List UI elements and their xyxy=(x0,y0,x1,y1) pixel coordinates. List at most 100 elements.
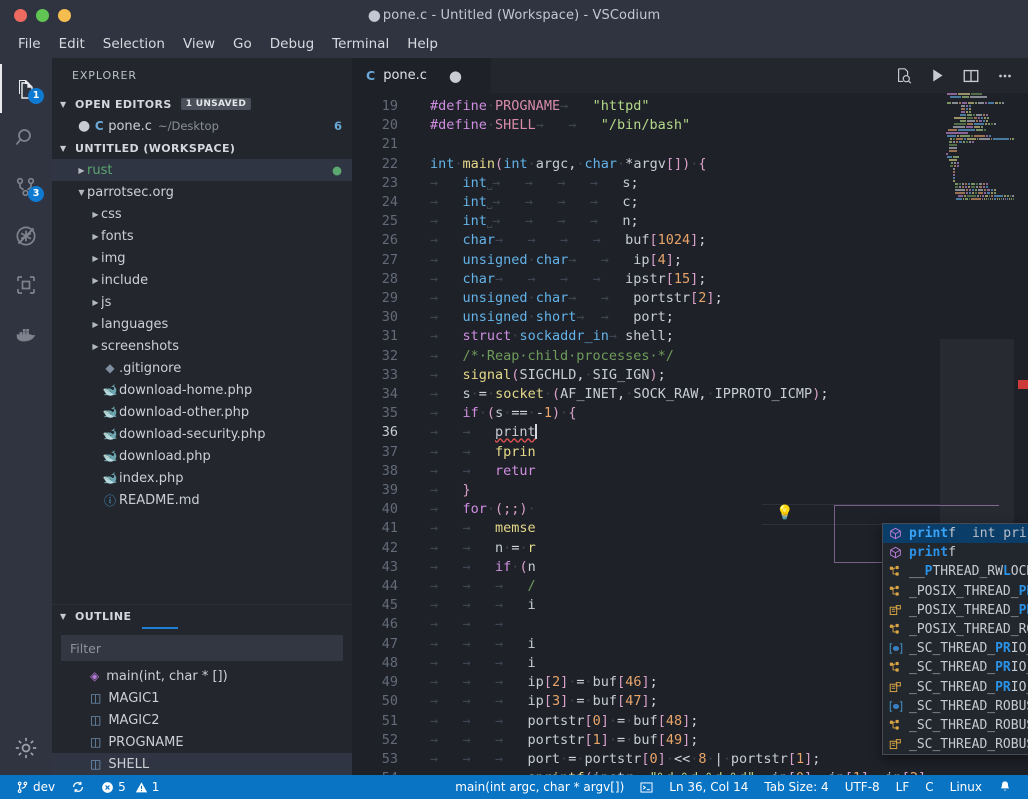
menu-terminal[interactable]: Terminal xyxy=(323,33,398,55)
open-editor-item[interactable]: ● C pone.c ~/Desktop 6 xyxy=(52,115,352,137)
run-button[interactable] xyxy=(929,67,946,84)
line-number: 50 xyxy=(381,693,398,710)
outline-item[interactable]: ◈ main(int, char * []) xyxy=(52,665,352,687)
suggestion-item[interactable]: _POSIX_THREAD_PRIO_INHERIT xyxy=(883,601,1028,620)
chevron-right-icon[interactable]: ▶ xyxy=(90,298,101,307)
tree-item-css[interactable]: ▶ css xyxy=(52,203,352,225)
tree-item-label: screenshots xyxy=(101,338,180,354)
tree-item-rust[interactable]: ▶ rust ● xyxy=(52,159,352,181)
status-bar: dev 5 1 main(int argc, char * argv[]) Ln… xyxy=(0,775,1028,799)
chevron-down-icon[interactable]: ▼ xyxy=(76,188,87,197)
tree-item-.gitignore[interactable]: ◆ .gitignore xyxy=(52,357,352,379)
outline-item[interactable]: ◫ MAGIC2 xyxy=(52,709,352,731)
code-editor[interactable]: 💡 19 #define·PROGNAME→ "httpd" 20 #define·… xyxy=(352,93,1028,775)
suggestion-item[interactable]: _POSIX_THREAD_ROBUST_PRIO_INHERIT xyxy=(883,620,1028,639)
minimap-line xyxy=(940,117,1014,119)
split-editor-button[interactable] xyxy=(962,67,980,85)
status-notifications[interactable] xyxy=(990,775,1020,799)
status-language-mode[interactable]: C xyxy=(917,775,941,799)
close-window-button[interactable] xyxy=(14,8,27,22)
outline-filter-input[interactable]: Filter xyxy=(61,635,343,661)
bell-icon xyxy=(1000,781,1010,791)
chevron-right-icon[interactable]: ▶ xyxy=(90,320,101,329)
menu-debug[interactable]: Debug xyxy=(261,33,323,55)
tree-item-label: img xyxy=(101,250,126,266)
section-outline[interactable]: ▼ OUTLINE xyxy=(52,605,352,627)
line-number: 38 xyxy=(381,462,398,479)
suggestion-item[interactable]: _SC_THREAD_ROBUST_PRIO_INHERIT xyxy=(883,697,1028,716)
activity-item-explorer[interactable]: 1 xyxy=(0,64,52,113)
symbol-function-icon: ◈ xyxy=(90,669,100,683)
menu-edit[interactable]: Edit xyxy=(50,33,94,55)
tree-item-label: js xyxy=(101,294,112,310)
tree-item-index.php[interactable]: 🐋 index.php xyxy=(52,467,352,489)
status-terminal[interactable] xyxy=(632,775,661,799)
outline-item[interactable]: ◫ PROGNAME xyxy=(52,731,352,753)
suggestion-item[interactable]: __PTHREAD_RWLOCK_INT_FLAGS_SHARED xyxy=(883,562,1028,581)
tree-item-download-home.php[interactable]: 🐋 download-home.php xyxy=(52,379,352,401)
activity-item-debug[interactable] xyxy=(0,211,52,260)
tree-item-fonts[interactable]: ▶ fonts xyxy=(52,225,352,247)
tree-item-js[interactable]: ▶ js xyxy=(52,291,352,313)
section-workspace[interactable]: ▼ UNTITLED (WORKSPACE) xyxy=(52,137,352,159)
status-bar-right: main(int argc, char * argv[]) Ln 36, Col… xyxy=(447,775,1028,799)
tree-item-download-other.php[interactable]: 🐋 download-other.php xyxy=(52,401,352,423)
maximize-window-button[interactable] xyxy=(36,8,49,22)
chevron-right-icon[interactable]: ▶ xyxy=(90,232,101,241)
suggestion-item[interactable]: printf int printf(const char *__restrict_… xyxy=(883,524,1028,544)
tab-pone-c[interactable]: C pone.c ● xyxy=(352,58,492,93)
suggestion-item[interactable]: _SC_THREAD_PRIO_INHERIT xyxy=(883,678,1028,697)
suggestion-item[interactable]: _SC_THREAD_PRIO_INHERIT xyxy=(883,639,1028,658)
outline-item[interactable]: ◫ MAGIC1 xyxy=(52,687,352,709)
suggestion-popup[interactable]: printf int printf(const char *__restrict_… xyxy=(882,523,1028,756)
chevron-right-icon[interactable]: ▶ xyxy=(90,210,101,219)
menu-go[interactable]: Go xyxy=(224,33,261,55)
status-warning-count: 1 xyxy=(151,780,160,794)
status-problems[interactable]: 5 1 xyxy=(93,775,167,799)
minimap-line xyxy=(940,198,1014,200)
activity-item-extensions[interactable] xyxy=(0,260,52,309)
status-breadcrumb[interactable]: main(int argc, char * argv[]) xyxy=(447,775,632,799)
tree-item-README.md[interactable]: ⓘ README.md xyxy=(52,489,352,511)
find-in-file-button[interactable] xyxy=(895,67,913,85)
tree-item-download.php[interactable]: 🐋 download.php xyxy=(52,445,352,467)
suggestion-item[interactable]: _SC_THREAD_ROBUST_PRIO_INHERIT xyxy=(883,716,1028,735)
status-eol[interactable]: LF xyxy=(888,775,918,799)
tree-item-download-security.php[interactable]: 🐋 download-security.php xyxy=(52,423,352,445)
section-open-editors[interactable]: ▼ OPEN EDITORS 1 UNSAVED xyxy=(52,93,352,115)
status-sync[interactable] xyxy=(63,775,93,799)
tree-item-screenshots[interactable]: ▶ screenshots xyxy=(52,335,352,357)
menu-selection[interactable]: Selection xyxy=(94,33,174,55)
status-cursor-position[interactable]: Ln 36, Col 14 xyxy=(661,775,756,799)
suggestion-item[interactable]: _POSIX_THREAD_PRIO_INHERIT xyxy=(883,582,1028,601)
suggestion-item[interactable]: printf xyxy=(883,543,1028,562)
menu-file[interactable]: File xyxy=(9,33,50,55)
menu-help[interactable]: Help xyxy=(398,33,447,55)
status-tab-size[interactable]: Tab Size: 4 xyxy=(756,775,836,799)
suggestion-item[interactable]: _SC_THREAD_PRIO_INHERIT xyxy=(883,658,1028,677)
chevron-right-icon[interactable]: ▶ xyxy=(76,166,87,175)
tree-item-include[interactable]: ▶ include xyxy=(52,269,352,291)
more-actions-button[interactable] xyxy=(996,67,1014,85)
status-branch[interactable]: dev xyxy=(8,775,63,799)
activity-item-docker[interactable] xyxy=(0,309,52,358)
activity-item-source-control[interactable]: 3 xyxy=(0,162,52,211)
vscodium-window: ● pone.c - Untitled (Workspace) - VSCodiu… xyxy=(0,0,1028,799)
suggestion-item[interactable]: _SC_THREAD_ROBUST_PRIO_INHERIT xyxy=(883,735,1028,754)
tree-item-languages[interactable]: ▶ languages xyxy=(52,313,352,335)
outline-item[interactable]: ◫ SHELL xyxy=(52,753,352,775)
status-encoding[interactable]: UTF-8 xyxy=(837,775,888,799)
tree-item-parrotsec.org[interactable]: ▼ parrotsec.org xyxy=(52,181,352,203)
menu-view[interactable]: View xyxy=(174,33,224,55)
chevron-right-icon[interactable]: ▶ xyxy=(90,276,101,285)
workbench: 1 3 EXPLORER ▼ OPEN EDITORS 1 UNSAVED ● … xyxy=(0,58,1028,775)
tree-item-img[interactable]: ▶ img xyxy=(52,247,352,269)
chevron-right-icon[interactable]: ▶ xyxy=(90,254,101,263)
status-platform[interactable]: Linux xyxy=(942,775,990,799)
chevron-right-icon[interactable]: ▶ xyxy=(90,342,101,351)
activity-item-search[interactable] xyxy=(0,113,52,162)
sync-icon xyxy=(73,781,84,793)
minimize-window-button[interactable] xyxy=(58,8,71,22)
match-highlight: PR xyxy=(995,641,1011,657)
activity-item-settings[interactable] xyxy=(0,721,52,775)
